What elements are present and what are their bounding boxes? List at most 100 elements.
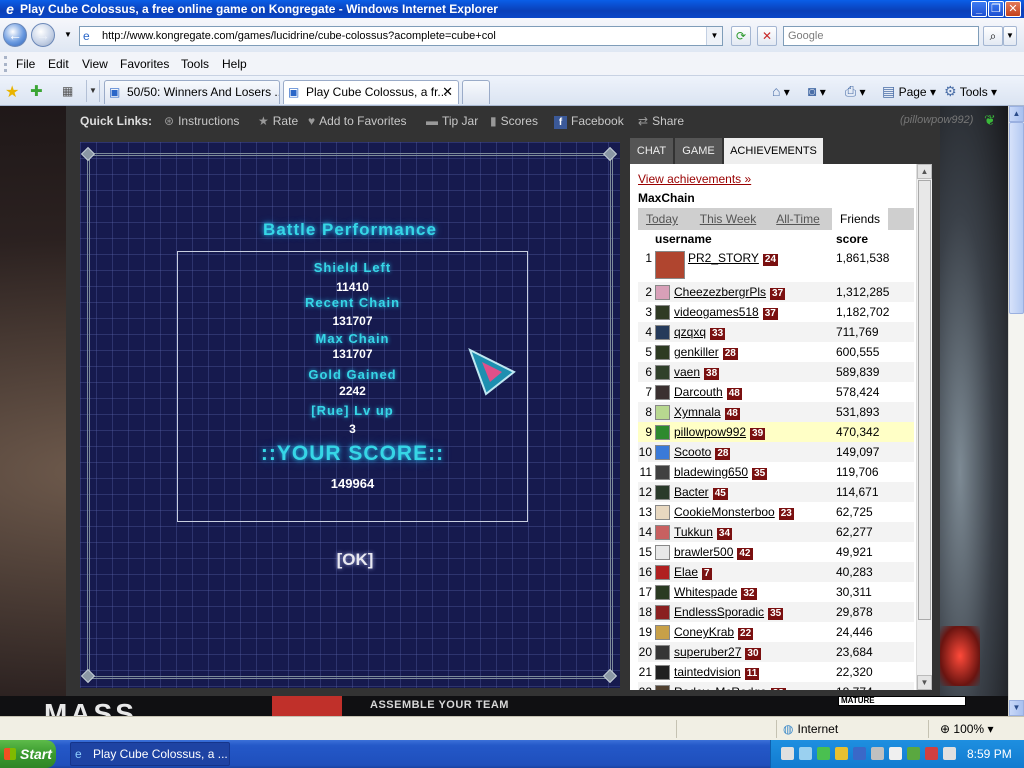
security-zone[interactable]: ◍ Internet [783, 722, 838, 736]
search-options-dropdown[interactable]: ▼ [1003, 26, 1017, 46]
row-username-link[interactable]: brawler500 42 [674, 545, 753, 560]
scroll-thumb[interactable] [918, 180, 931, 620]
range-tab-today[interactable]: Today [638, 208, 686, 230]
new-tab-button[interactable] [462, 80, 490, 104]
avatar[interactable] [655, 285, 670, 300]
tab-game[interactable]: GAME [675, 138, 723, 164]
feeds-button[interactable]: ◙ ▾ [808, 83, 826, 99]
row-username-link[interactable]: Xymnala 48 [674, 405, 740, 420]
avatar[interactable] [655, 685, 670, 690]
address-dropdown-button[interactable]: ▼ [706, 27, 722, 45]
tray-icon[interactable] [889, 747, 902, 760]
tray-icon[interactable] [817, 747, 830, 760]
row-username-link[interactable]: CheezezbergrPls 37 [674, 285, 786, 300]
row-username-link[interactable]: ConeyKrab 22 [674, 625, 754, 640]
tab-list-dropdown[interactable]: ▼ [86, 80, 100, 102]
avatar[interactable] [655, 585, 670, 600]
menu-help[interactable]: Help [222, 57, 247, 71]
avatar[interactable] [655, 305, 670, 320]
add-to-favorites-link[interactable]: ♥ Add to Favorites [308, 114, 407, 128]
close-window-button[interactable]: ✕ [1005, 1, 1021, 17]
row-username-link[interactable]: EndlessSporadic 35 [674, 605, 784, 620]
scroll-up-arrow[interactable]: ▲ [917, 164, 932, 179]
facebook-link[interactable]: f Facebook [554, 114, 624, 129]
history-dropdown[interactable]: ▼ [58, 26, 78, 46]
share-link[interactable]: ⇄ Share [638, 114, 684, 128]
avatar[interactable] [655, 605, 670, 620]
avatar[interactable] [655, 485, 670, 500]
row-username-link[interactable]: Whitespade 32 [674, 585, 757, 600]
tab-winners-losers[interactable]: ▣ 50/50: Winners And Losers ... [104, 80, 280, 104]
row-username-link[interactable]: Rodey_McRodge32 [674, 685, 786, 690]
tray-icon[interactable] [799, 747, 812, 760]
avatar[interactable] [655, 545, 670, 560]
avatar[interactable] [655, 365, 670, 380]
range-tab-this-week[interactable]: This Week [692, 208, 764, 230]
menu-favorites[interactable]: Favorites [120, 57, 169, 71]
window-titlebar[interactable]: e Play Cube Colossus, a free online game… [0, 0, 1024, 18]
row-username-link[interactable]: Elae 7 [674, 565, 712, 580]
search-button[interactable]: ⌕ [983, 26, 1003, 46]
avatar[interactable] [655, 425, 670, 440]
tools-menu-button[interactable]: ⚙ Tools ▾ [944, 83, 997, 100]
menu-tools[interactable]: Tools [181, 57, 209, 71]
avatar[interactable] [655, 385, 670, 400]
advertisement-banner[interactable]: MASS ASSEMBLE YOUR TEAM MATURE [0, 696, 1008, 716]
row-username-link[interactable]: Darcouth 48 [674, 385, 742, 400]
game-canvas[interactable]: Battle Performance Shield Left 11410 Rec… [80, 142, 620, 688]
back-button[interactable]: ← [3, 23, 27, 47]
tip-jar-link[interactable]: ▬ Tip Jar [426, 114, 478, 128]
instructions-link[interactable]: ⊛ Instructions [164, 114, 239, 128]
view-achievements-link[interactable]: View achievements » [638, 172, 751, 186]
tab-achievements[interactable]: ACHIEVEMENTS [724, 138, 824, 164]
menu-file[interactable]: File [16, 57, 35, 71]
avatar[interactable] [655, 445, 670, 460]
ok-button[interactable]: [OK] [330, 550, 380, 574]
taskbar-window-button[interactable]: e Play Cube Colossus, a ... [70, 742, 230, 766]
tray-icon[interactable] [907, 747, 920, 760]
row-username-link[interactable]: vaen 38 [674, 365, 720, 380]
tray-icon[interactable] [925, 747, 938, 760]
forward-button[interactable]: → [31, 23, 55, 47]
close-tab-icon[interactable]: ✕ [442, 81, 453, 103]
menu-edit[interactable]: Edit [48, 57, 69, 71]
page-scrollbar[interactable]: ▲ ▼ [1008, 106, 1024, 716]
search-input[interactable]: Google [783, 26, 979, 46]
row-username-link[interactable]: PR2_STORY 24 [688, 251, 779, 266]
avatar[interactable] [655, 405, 670, 420]
tray-icon[interactable] [835, 747, 848, 760]
row-username-link[interactable]: Scooto 28 [674, 445, 731, 460]
favorites-star-icon[interactable]: ★ [5, 82, 19, 102]
start-button[interactable]: Start [0, 740, 56, 768]
volume-icon[interactable] [943, 747, 956, 760]
range-tab-all-time[interactable]: All-Time [770, 208, 826, 230]
page-scroll-up-arrow[interactable]: ▲ [1009, 106, 1024, 122]
row-username-link[interactable]: bladewing650 35 [674, 465, 768, 480]
minimize-button[interactable]: _ [971, 1, 987, 17]
menu-view[interactable]: View [82, 57, 108, 71]
range-tab-friends[interactable]: Friends [832, 208, 888, 230]
stop-button[interactable]: ✕ [757, 26, 777, 46]
tab-cube-colossus[interactable]: ▣ Play Cube Colossus, a fr... ✕ [283, 80, 459, 104]
zoom-level[interactable]: ⊕ 100% ▾ [940, 722, 993, 736]
row-username-link[interactable]: pillowpow992 39 [674, 425, 766, 440]
page-scroll-down-arrow[interactable]: ▼ [1009, 700, 1024, 716]
avatar[interactable] [655, 525, 670, 540]
avatar[interactable] [655, 251, 685, 279]
tab-chat[interactable]: CHAT [630, 138, 674, 164]
avatar[interactable] [655, 665, 670, 680]
print-button[interactable]: ⎙ ▾ [845, 83, 866, 100]
quick-tabs-icon[interactable]: ▦ [62, 84, 80, 98]
avatar[interactable] [655, 325, 670, 340]
side-panel-scrollbar[interactable]: ▲ ▼ [916, 164, 932, 690]
scroll-down-arrow[interactable]: ▼ [917, 675, 932, 690]
avatar[interactable] [655, 645, 670, 660]
tray-icon[interactable] [853, 747, 866, 760]
avatar[interactable] [655, 565, 670, 580]
row-username-link[interactable]: qzqxq 33 [674, 325, 726, 340]
refresh-button[interactable]: ⟳ [731, 26, 751, 46]
avatar[interactable] [655, 465, 670, 480]
row-username-link[interactable]: CookieMonsterboo 23 [674, 505, 794, 520]
page-scroll-thumb[interactable] [1009, 122, 1024, 314]
avatar[interactable] [655, 345, 670, 360]
